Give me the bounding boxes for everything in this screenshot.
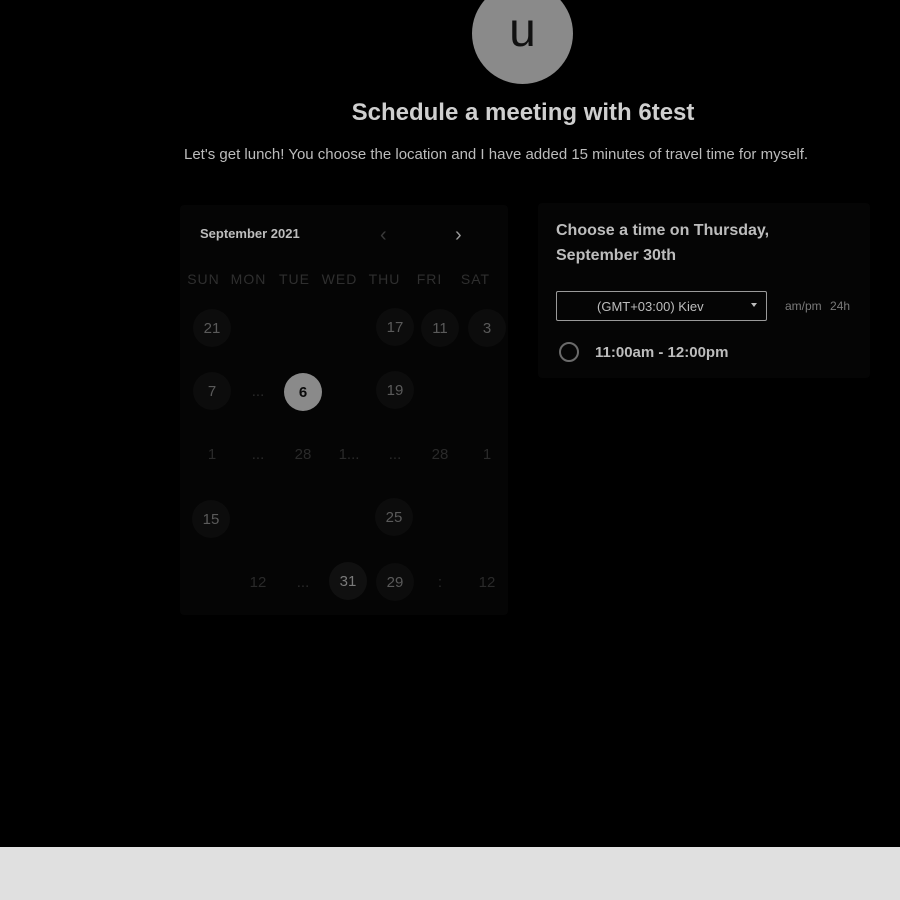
calendar-day: 12 <box>478 573 496 591</box>
time-heading: Choose a time on Thursday, September 30t… <box>556 222 770 264</box>
radio-button[interactable] <box>559 342 579 362</box>
calendar-day: ... <box>388 445 402 463</box>
date-picker-calendar: September 2021 ‹ › SUN MON TUE WED THU F… <box>180 205 508 615</box>
ampm-format-option[interactable]: am/pm <box>785 299 822 313</box>
calendar-day: 28 <box>294 445 312 463</box>
calendar-day: ... <box>296 573 310 591</box>
calendar-day: : <box>437 573 443 591</box>
calendar-day: 12 <box>249 573 267 591</box>
weekday-header: SUN MON TUE WED THU FRI SAT <box>180 271 508 287</box>
weekday-label: MON <box>230 271 267 287</box>
calendar-day[interactable]: 25 <box>375 498 413 536</box>
previous-month-icon[interactable]: ‹ <box>380 225 387 245</box>
calendar-day[interactable]: 11 <box>421 309 459 347</box>
weekday-label: WED <box>321 271 358 287</box>
weekday-label: SUN <box>187 271 220 287</box>
calendar-month-label: September 2021 <box>200 226 300 241</box>
calendar-day: 28 <box>431 445 449 463</box>
time-slot-option[interactable]: 11:00am - 12:00pm <box>559 342 728 362</box>
calendar-day: 1 <box>207 445 217 463</box>
time-slot-label: 11:00am - 12:00pm <box>595 343 729 361</box>
time-format-toggle: am/pm 24h <box>785 299 850 313</box>
24h-format-option[interactable]: 24h <box>830 299 850 313</box>
timezone-value: (GMT+03:00) Kiev <box>597 298 704 314</box>
timezone-select[interactable]: (GMT+03:00) Kiev <box>556 291 767 321</box>
page-title: Schedule a meeting with 6test <box>351 99 695 126</box>
calendar-day: ... <box>251 445 265 463</box>
calendar-day[interactable]: 21 <box>193 309 231 347</box>
calendar-day: 1 <box>482 445 492 463</box>
calendar-day[interactable]: 17 <box>376 308 414 346</box>
calendar-day[interactable]: 3 <box>468 309 506 347</box>
weekday-label: FRI <box>416 271 443 287</box>
calendar-day[interactable]: 31 <box>329 562 367 600</box>
calendar-day[interactable]: 19 <box>376 371 414 409</box>
calendar-day: 1... <box>338 445 360 463</box>
time-selection-panel: Choose a time on Thursday, September 30t… <box>538 203 870 378</box>
calendar-day[interactable]: 15 <box>192 500 230 538</box>
footer-bar <box>0 847 900 900</box>
weekday-label: SAT <box>460 271 491 287</box>
avatar-initial: u <box>509 3 536 57</box>
next-month-icon[interactable]: › <box>455 225 462 245</box>
calendar-day-selected[interactable]: 6 <box>284 373 322 411</box>
host-avatar: u <box>472 0 573 84</box>
calendar-day[interactable]: 29 <box>376 563 414 601</box>
weekday-label: TUE <box>279 271 310 287</box>
event-description: Let's get lunch! You choose the location… <box>184 146 809 163</box>
caret-down-icon <box>751 303 757 307</box>
weekday-label: THU <box>368 271 401 287</box>
calendar-day[interactable]: 7 <box>193 372 231 410</box>
calendar-day: ... <box>251 382 265 400</box>
